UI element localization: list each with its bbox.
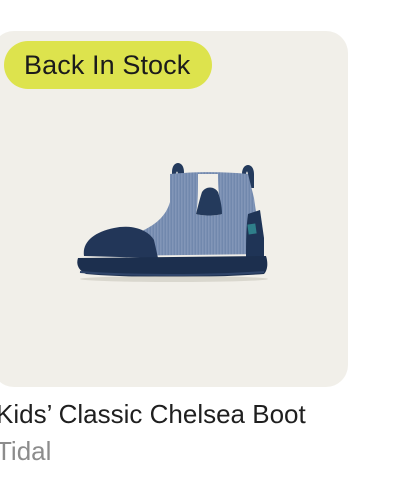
product-name[interactable]: Kids’ Classic Chelsea Boot — [0, 399, 306, 430]
back-in-stock-badge: Back In Stock — [4, 41, 213, 89]
badge-label: Back In Stock — [24, 49, 191, 80]
chelsea-boot-image[interactable] — [70, 158, 270, 284]
product-card[interactable]: Back In Stock Kids’ Classic Chelsea Boot… — [0, 0, 400, 489]
product-color-name: Tidal — [0, 436, 52, 466]
